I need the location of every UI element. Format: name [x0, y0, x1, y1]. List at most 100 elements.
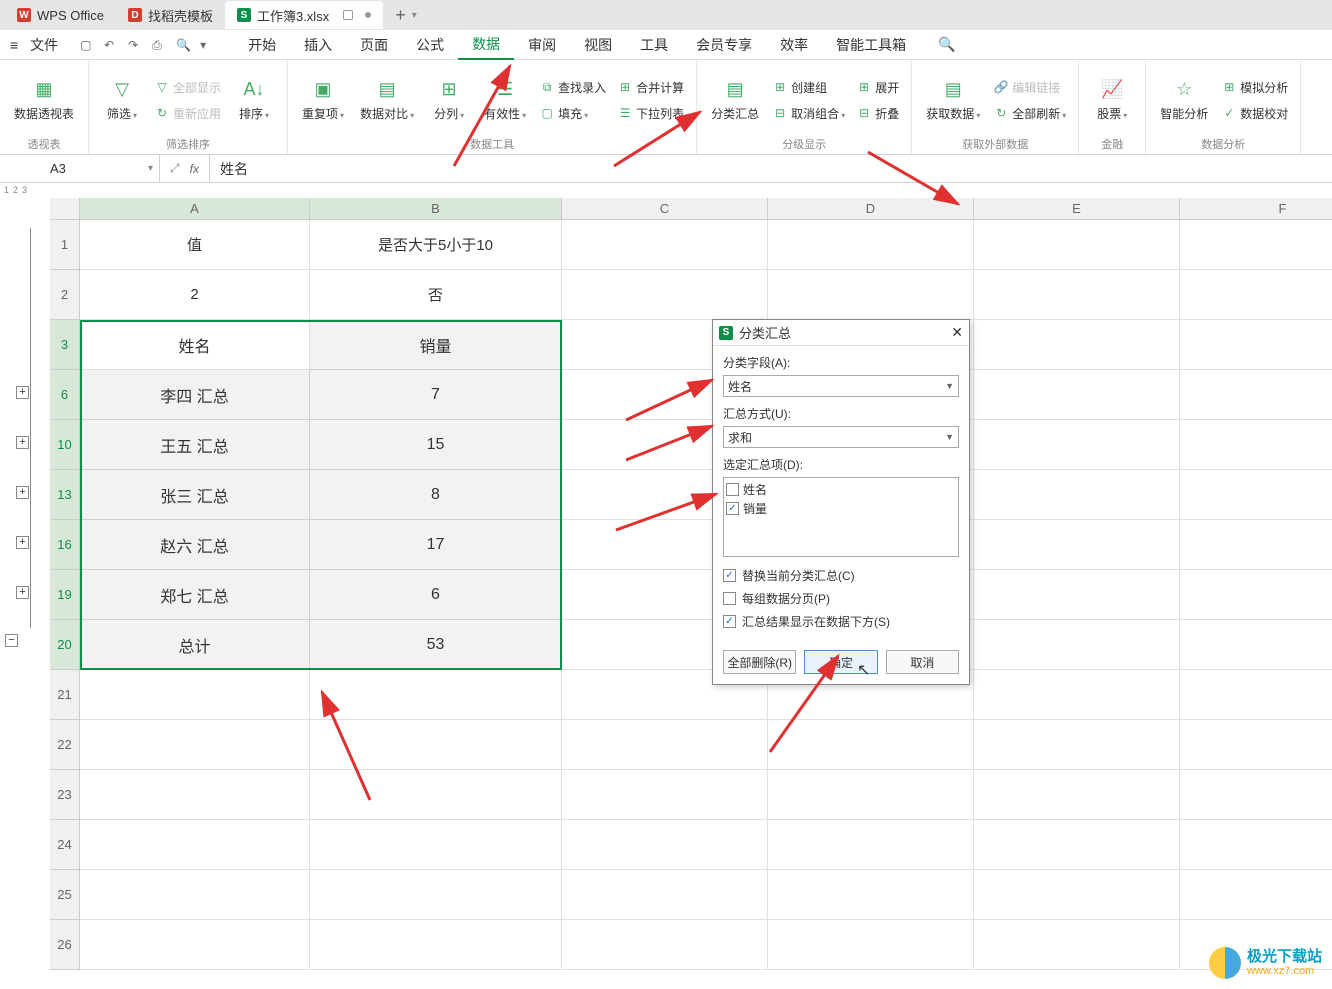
showall-button[interactable]: ▽全部显示: [151, 75, 225, 99]
outline-expand-button[interactable]: +: [16, 486, 29, 499]
search-icon[interactable]: 🔍: [938, 36, 955, 53]
menu-insert[interactable]: 插入: [290, 31, 346, 59]
cell[interactable]: [1180, 220, 1332, 270]
outline-level[interactable]: 1: [4, 185, 9, 195]
cell[interactable]: [310, 670, 562, 720]
expand-icon[interactable]: ⤢: [170, 161, 180, 176]
menu-tools[interactable]: 工具: [626, 31, 682, 59]
formula-content[interactable]: 姓名: [210, 159, 258, 179]
column-header[interactable]: E: [974, 198, 1180, 220]
cell[interactable]: [768, 770, 974, 820]
fill-button[interactable]: ▢填充: [536, 101, 610, 125]
save-icon[interactable]: ▢: [80, 38, 94, 52]
simulate-button[interactable]: ⊞模拟分析: [1218, 75, 1292, 99]
cell[interactable]: 15: [310, 420, 562, 470]
menu-smart[interactable]: 智能工具箱: [822, 31, 920, 59]
page-checkbox[interactable]: 每组数据分页(P): [723, 590, 959, 607]
cell[interactable]: 郑七 汇总: [80, 570, 310, 620]
cell[interactable]: 销量: [310, 320, 562, 370]
row-header[interactable]: 6: [50, 370, 80, 420]
cell[interactable]: [974, 870, 1180, 920]
select-all-corner[interactable]: [50, 198, 80, 220]
menu-start[interactable]: 开始: [234, 31, 290, 59]
active-cell[interactable]: 姓名: [80, 320, 310, 370]
stock-button[interactable]: 📈股票: [1087, 64, 1137, 136]
row-header[interactable]: 16: [50, 520, 80, 570]
checkbox-unchecked[interactable]: [726, 483, 739, 496]
cell[interactable]: [1180, 670, 1332, 720]
cell[interactable]: 53: [310, 620, 562, 670]
cell[interactable]: [768, 820, 974, 870]
cell[interactable]: [1180, 820, 1332, 870]
cell[interactable]: 8: [310, 470, 562, 520]
menu-view[interactable]: 视图: [570, 31, 626, 59]
cell[interactable]: [1180, 470, 1332, 520]
cell[interactable]: 6: [310, 570, 562, 620]
outline-level[interactable]: 2: [13, 185, 18, 195]
cell[interactable]: [768, 270, 974, 320]
cell[interactable]: [80, 820, 310, 870]
menu-data[interactable]: 数据: [458, 30, 514, 60]
row-header[interactable]: 25: [50, 870, 80, 920]
tab-template[interactable]: D 找稻壳模板: [116, 1, 225, 29]
cell[interactable]: [974, 770, 1180, 820]
consolidate-button[interactable]: ⊞合并计算: [614, 75, 688, 99]
checkbox-checked[interactable]: ✓: [726, 502, 739, 515]
reapply-button[interactable]: ↻重新应用: [151, 101, 225, 125]
getdata-button[interactable]: ▤获取数据: [920, 64, 986, 136]
cell[interactable]: [1180, 320, 1332, 370]
cell[interactable]: [310, 720, 562, 770]
cell[interactable]: 7: [310, 370, 562, 420]
cell[interactable]: [80, 920, 310, 970]
cell[interactable]: 是否大于5小于10: [310, 220, 562, 270]
sort-button[interactable]: A↓ 排序: [229, 64, 279, 136]
close-icon[interactable]: ✕: [951, 324, 963, 341]
expand-button[interactable]: ⊞展开: [853, 75, 903, 99]
column-header[interactable]: A: [80, 198, 310, 220]
outline-expand-button[interactable]: +: [16, 536, 29, 549]
cell[interactable]: [974, 620, 1180, 670]
row-header[interactable]: 19: [50, 570, 80, 620]
cell[interactable]: [1180, 520, 1332, 570]
validate-button[interactable]: ✓数据校对: [1218, 101, 1292, 125]
cell[interactable]: [1180, 870, 1332, 920]
outline-level[interactable]: 3: [22, 185, 27, 195]
outline-expand-button[interactable]: +: [16, 586, 29, 599]
tab-window-icon[interactable]: [343, 10, 353, 20]
cell[interactable]: [1180, 420, 1332, 470]
cell[interactable]: [974, 720, 1180, 770]
cell[interactable]: 17: [310, 520, 562, 570]
cell[interactable]: [310, 870, 562, 920]
menu-vip[interactable]: 会员专享: [682, 31, 766, 59]
smart-button[interactable]: ☆智能分析: [1154, 64, 1214, 136]
cell[interactable]: [562, 920, 768, 970]
cell[interactable]: [1180, 570, 1332, 620]
outline-expand-button[interactable]: +: [16, 436, 29, 449]
print-icon[interactable]: ⎙: [152, 38, 166, 52]
compare-button[interactable]: ▤数据对比: [354, 64, 420, 136]
below-checkbox[interactable]: ✓汇总结果显示在数据下方(S): [723, 613, 959, 630]
cell[interactable]: [80, 770, 310, 820]
row-header[interactable]: 22: [50, 720, 80, 770]
tab-dot-icon[interactable]: [365, 12, 371, 18]
checkbox-checked[interactable]: ✓: [723, 615, 736, 628]
cell[interactable]: 总计: [80, 620, 310, 670]
checkbox-checked[interactable]: ✓: [723, 569, 736, 582]
pivot-button[interactable]: ▦ 数据透视表: [8, 64, 80, 136]
cell[interactable]: [562, 820, 768, 870]
tab-workbook[interactable]: S 工作簿3.xlsx: [225, 1, 383, 29]
row-header[interactable]: 13: [50, 470, 80, 520]
cell[interactable]: [1180, 770, 1332, 820]
cell[interactable]: [310, 920, 562, 970]
undo-icon[interactable]: ↶: [104, 38, 118, 52]
redo-icon[interactable]: ↷: [128, 38, 142, 52]
cell[interactable]: [80, 670, 310, 720]
cell[interactable]: [974, 820, 1180, 870]
cell[interactable]: [310, 770, 562, 820]
cell[interactable]: 李四 汇总: [80, 370, 310, 420]
cell[interactable]: 值: [80, 220, 310, 270]
cell[interactable]: [768, 870, 974, 920]
name-box-dropdown-icon[interactable]: ▾: [148, 163, 153, 174]
cell[interactable]: [562, 720, 768, 770]
cancel-button[interactable]: 取消: [886, 650, 959, 674]
